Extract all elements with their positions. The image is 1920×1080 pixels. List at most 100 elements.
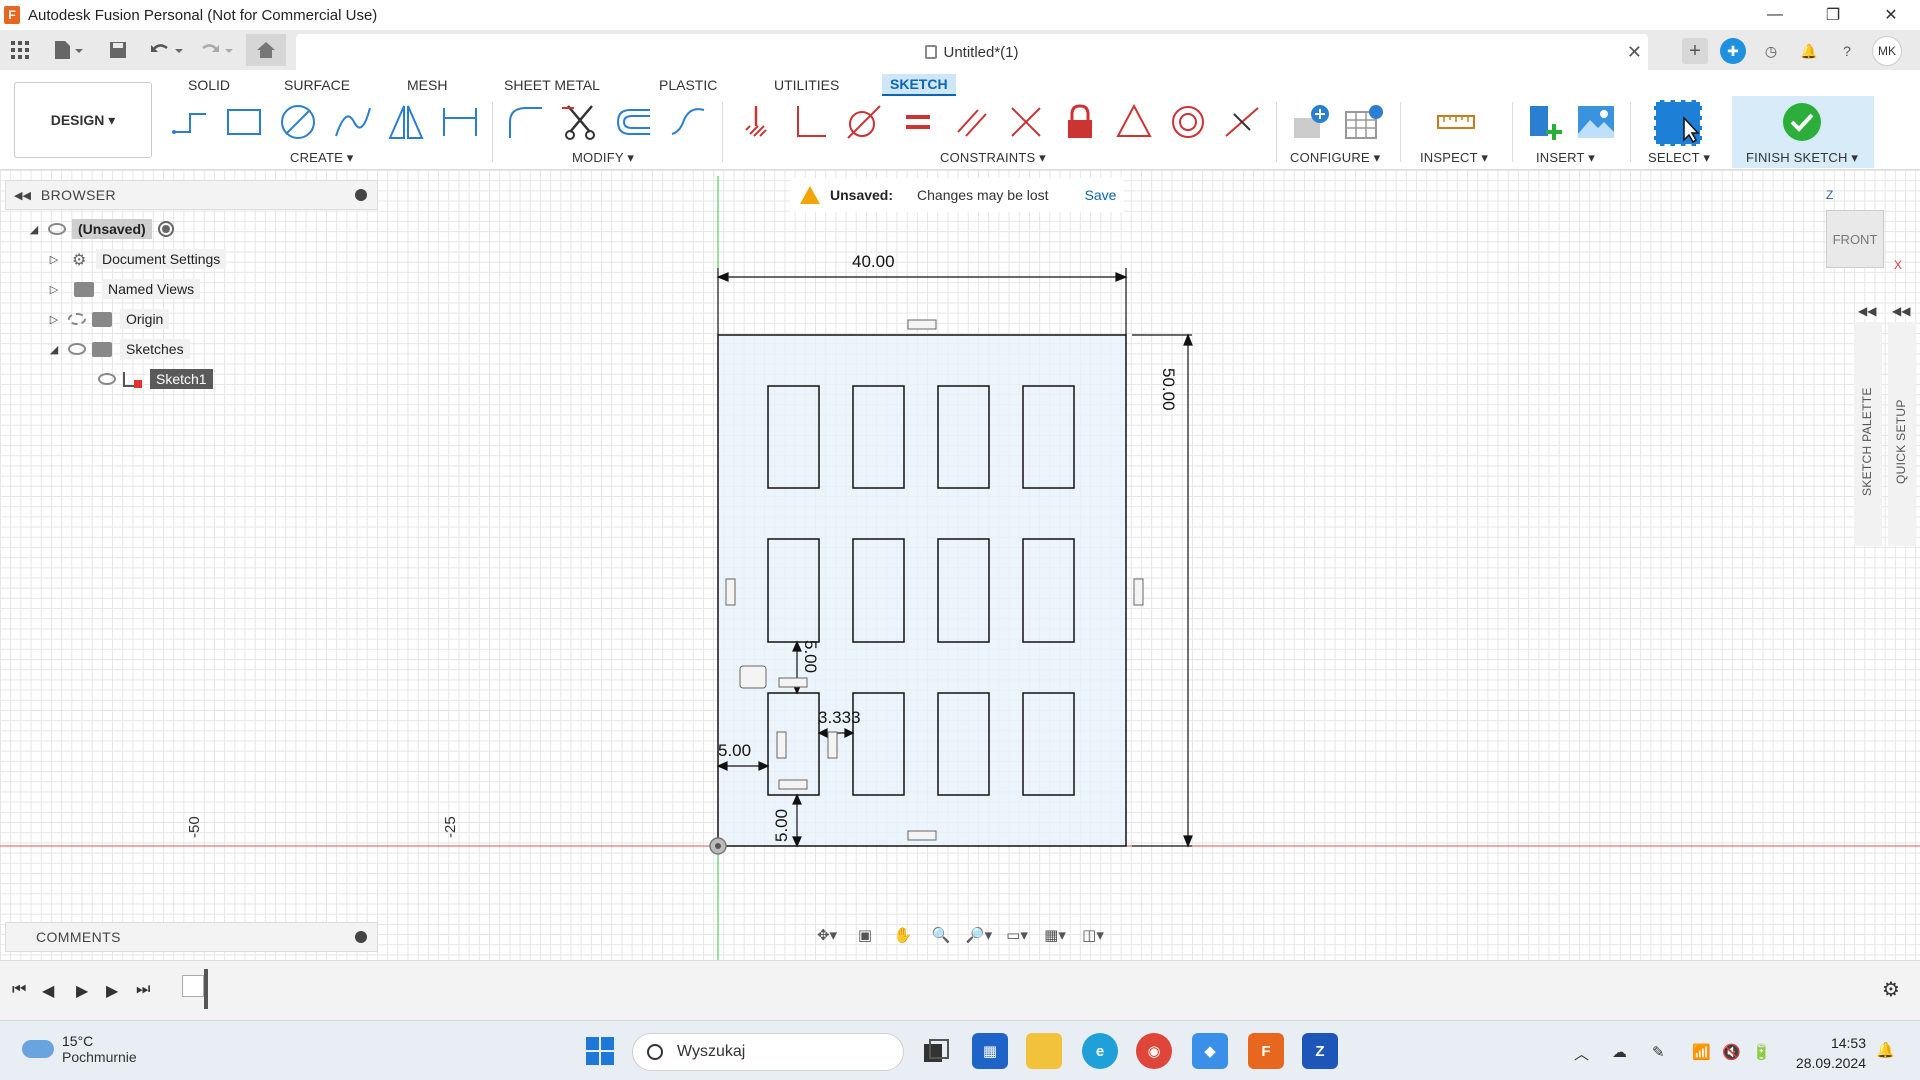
- look-at-icon[interactable]: ▣: [850, 923, 880, 947]
- step-forward-icon[interactable]: ▶: [106, 981, 118, 1001]
- close-window-button[interactable]: ✕: [1862, 0, 1920, 30]
- volume-muted-icon[interactable]: 🔇: [1722, 1043, 1741, 1061]
- expand-quick-setup-icon[interactable]: ◀◀: [1892, 304, 1910, 318]
- circle-tool-icon[interactable]: [276, 100, 320, 144]
- zoom-app-icon[interactable]: Z: [1302, 1033, 1338, 1069]
- view-cube[interactable]: FRONT: [1826, 210, 1884, 268]
- onedrive-icon[interactable]: ☁: [1612, 1043, 1627, 1061]
- close-tab-button[interactable]: ✕: [1627, 42, 1642, 63]
- horizontal-gap-label[interactable]: 3.333: [818, 708, 861, 728]
- parallel-constraint-icon[interactable]: [950, 100, 994, 144]
- trim-tool-icon[interactable]: [558, 100, 602, 144]
- design-canvas[interactable]: 40.00 50.00 5.00 5.00 5.00 3.333 -50 -25: [0, 170, 1920, 960]
- offset-tool-icon[interactable]: [612, 100, 656, 144]
- workspace-switcher[interactable]: DESIGN ▾: [14, 82, 152, 158]
- vertical-gap-label[interactable]: 5.00: [800, 640, 820, 673]
- tray-overflow-icon[interactable]: ︿: [1574, 1043, 1589, 1064]
- job-status-icon[interactable]: ◷: [1758, 38, 1784, 64]
- coincident-constraint-icon[interactable]: [1004, 100, 1048, 144]
- tree-item-sketches[interactable]: ◢ Sketches: [46, 337, 190, 361]
- spline-tool-icon[interactable]: [330, 100, 374, 144]
- tree-item-origin[interactable]: ▷ Origin: [46, 307, 170, 331]
- expand-arrow-icon[interactable]: ▷: [46, 253, 62, 266]
- visibility-eye-icon[interactable]: [68, 343, 86, 355]
- comments-panel[interactable]: COMMENTS: [5, 922, 378, 952]
- chrome-browser-icon[interactable]: ◉: [1136, 1033, 1172, 1069]
- modify-group-label[interactable]: MODIFY ▾: [572, 150, 634, 166]
- expand-arrow-icon[interactable]: ▷: [46, 313, 62, 326]
- play-icon[interactable]: ▶: [76, 981, 88, 1001]
- orbit-icon[interactable]: ✥▾: [812, 923, 842, 947]
- finish-sketch-icon[interactable]: [1780, 100, 1824, 144]
- midpoint-constraint-icon[interactable]: [1220, 100, 1264, 144]
- timeline-settings-icon[interactable]: ⚙: [1882, 977, 1900, 1002]
- home-icon[interactable]: [246, 34, 286, 66]
- notification-bell-icon[interactable]: 🔔: [1876, 1041, 1895, 1059]
- battery-icon[interactable]: 🔋: [1752, 1043, 1771, 1061]
- windows-start-icon[interactable]: [582, 1033, 618, 1069]
- lock-constraint-icon[interactable]: [1058, 100, 1102, 144]
- microsoft-store-icon[interactable]: ▦: [972, 1033, 1008, 1069]
- zoom-window-icon[interactable]: 🔎▾: [964, 923, 994, 947]
- grid-settings-icon[interactable]: ▦▾: [1040, 923, 1070, 947]
- concentric-constraint-icon[interactable]: [1166, 100, 1210, 144]
- zoom-icon[interactable]: 🔍: [926, 923, 956, 947]
- select-group-label[interactable]: SELECT ▾: [1648, 150, 1710, 166]
- tree-item-named-views[interactable]: ▷ Named Views: [46, 277, 201, 301]
- inspect-group-label[interactable]: INSPECT ▾: [1420, 150, 1488, 166]
- help-icon[interactable]: ?: [1834, 38, 1860, 64]
- go-to-end-icon[interactable]: ⏭: [136, 981, 150, 999]
- tab-plastic[interactable]: PLASTIC: [651, 74, 725, 96]
- save-icon[interactable]: [106, 38, 130, 62]
- visibility-eye-icon[interactable]: [98, 373, 116, 385]
- wifi-icon[interactable]: 📶: [1692, 1043, 1711, 1061]
- insert-group-label[interactable]: INSERT ▾: [1536, 150, 1595, 166]
- document-tab[interactable]: Untitled*(1) ✕: [296, 34, 1648, 70]
- equal-constraint-icon[interactable]: [896, 100, 940, 144]
- tab-sketch[interactable]: SKETCH: [882, 74, 956, 96]
- step-back-icon[interactable]: ◀: [42, 981, 54, 1001]
- modify-spline-icon[interactable]: [666, 100, 710, 144]
- minimize-panel-icon[interactable]: [355, 189, 367, 201]
- configure-table-icon[interactable]: [1290, 100, 1334, 144]
- collapse-panel-icon[interactable]: ◀◀: [14, 189, 31, 202]
- sketch-drawing[interactable]: [0, 170, 1920, 960]
- pen-icon[interactable]: ✎: [1652, 1043, 1665, 1061]
- add-comment-icon[interactable]: [355, 931, 367, 943]
- rectangle-tool-icon[interactable]: [222, 100, 266, 144]
- configure-rules-icon[interactable]: [1342, 100, 1386, 144]
- quick-setup-tab[interactable]: QUICK SETUP: [1888, 322, 1916, 546]
- measure-tool-icon[interactable]: [1434, 100, 1478, 144]
- perpendicular-constraint-icon[interactable]: [788, 100, 832, 144]
- tab-surface[interactable]: SURFACE: [276, 74, 358, 96]
- notifications-icon[interactable]: 🔔: [1796, 38, 1822, 64]
- active-radio-icon[interactable]: [157, 221, 174, 237]
- system-clock[interactable]: 14:53 28.09.2024: [1796, 1033, 1866, 1073]
- left-offset-label[interactable]: 5.00: [718, 741, 751, 761]
- select-tool-icon[interactable]: [1654, 100, 1702, 146]
- width-dimension-label[interactable]: 40.00: [852, 252, 895, 272]
- tree-item-document-settings[interactable]: ▷ ⚙ Document Settings: [46, 247, 227, 271]
- app-diamond-icon[interactable]: ◆: [1192, 1033, 1228, 1069]
- viewports-icon[interactable]: ◫▾: [1078, 923, 1108, 947]
- extensions-icon[interactable]: ✚: [1720, 38, 1746, 64]
- tab-utilities[interactable]: UTILITIES: [766, 74, 847, 96]
- browser-panel-header[interactable]: ◀◀ BROWSER: [5, 180, 378, 210]
- sketch-palette-tab[interactable]: SKETCH PALETTE: [1854, 322, 1882, 546]
- fillet-tool-icon[interactable]: [504, 100, 548, 144]
- constraints-group-label[interactable]: CONSTRAINTS ▾: [940, 150, 1046, 166]
- tree-item-root[interactable]: ◢ (Unsaved): [26, 217, 174, 241]
- tab-solid[interactable]: SOLID: [180, 74, 238, 96]
- tangent-constraint-icon[interactable]: [842, 100, 886, 144]
- restore-button[interactable]: ❐: [1804, 0, 1862, 30]
- finish-sketch-label[interactable]: FINISH SKETCH ▾: [1746, 150, 1858, 166]
- go-to-start-icon[interactable]: ⏮: [12, 981, 26, 999]
- timeline-sketch-feature-icon[interactable]: [182, 975, 204, 997]
- symmetry-constraint-icon[interactable]: [1112, 100, 1156, 144]
- new-tab-icon[interactable]: +: [1682, 38, 1708, 64]
- display-settings-icon[interactable]: ▭▾: [1002, 923, 1032, 947]
- mirror-tool-icon[interactable]: [384, 100, 428, 144]
- height-dimension-label[interactable]: 50.00: [1158, 368, 1178, 411]
- fix-constraint-icon[interactable]: [734, 100, 778, 144]
- save-link[interactable]: Save: [1085, 187, 1117, 203]
